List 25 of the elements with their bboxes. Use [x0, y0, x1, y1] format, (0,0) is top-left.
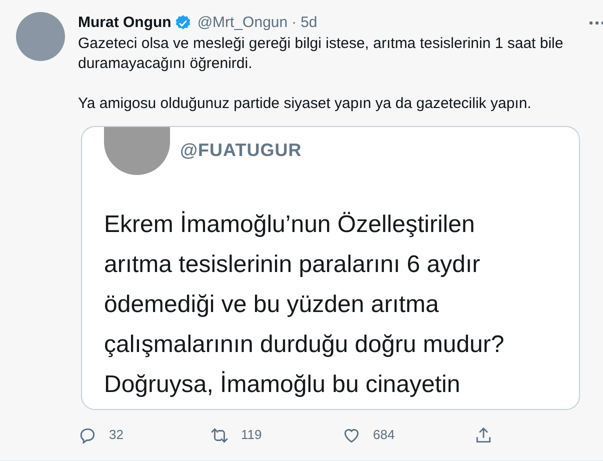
avatar[interactable]: [16, 12, 65, 61]
tweet-text: Gazeteci olsa ve mesleği gereği bilgi istese, arıtma tesislerinin 1 saat bile duramayacağını öğrenirdi.: [78, 34, 564, 74]
retweet-icon: [210, 426, 229, 444]
display-name[interactable]: Murat Ongun: [78, 13, 172, 33]
screenshot-text-line: Doğruysa, İmamoğlu bu cinayetin: [104, 370, 462, 400]
retweet-button[interactable]: [210, 426, 229, 444]
tweet-text: Ya amigosu olduğunuz partide siyaset yapın ya da gazetecilik yapın.: [78, 94, 532, 114]
timestamp[interactable]: 5d: [300, 13, 318, 33]
more-options-icon[interactable]: [588, 20, 603, 26]
screenshot-text-line: arıtma tesislerinin paralarını 6 aydır: [104, 250, 482, 280]
share-button[interactable]: [474, 426, 493, 444]
avatar: [104, 127, 170, 175]
screenshot-text-line: Ekrem İmamoğlu’nun Özelleştirilen: [104, 210, 476, 240]
speech-bubble-icon: [78, 426, 97, 444]
screenshot-text-line: çalışmalarının durduğu doğru mudur?: [104, 330, 506, 360]
user-handle[interactable]: @Mrt_Ongun: [197, 13, 288, 33]
action-count: 32: [109, 426, 124, 444]
action-count: 684: [373, 426, 395, 444]
embedded-tweet-screenshot[interactable]: @FUATUGUR Ekrem İmamoğlu’nun Özelleştirilen arıtma tesislerinin paralarını 6 aydır ödemediği ve bu yüzden arıtma çalışmalarının durduğu doğru mudur? Doğruysa, İmamoğlu bu cinayetin: [81, 126, 580, 410]
reply-button[interactable]: [78, 426, 97, 444]
screenshot-text-line: ödemediği ve bu yüzden arıtma: [104, 290, 440, 320]
user-handle: @FUATUGUR: [180, 139, 302, 162]
separator-dot: ·: [292, 13, 297, 33]
action-count: 119: [241, 426, 262, 444]
share-icon: [474, 426, 493, 444]
